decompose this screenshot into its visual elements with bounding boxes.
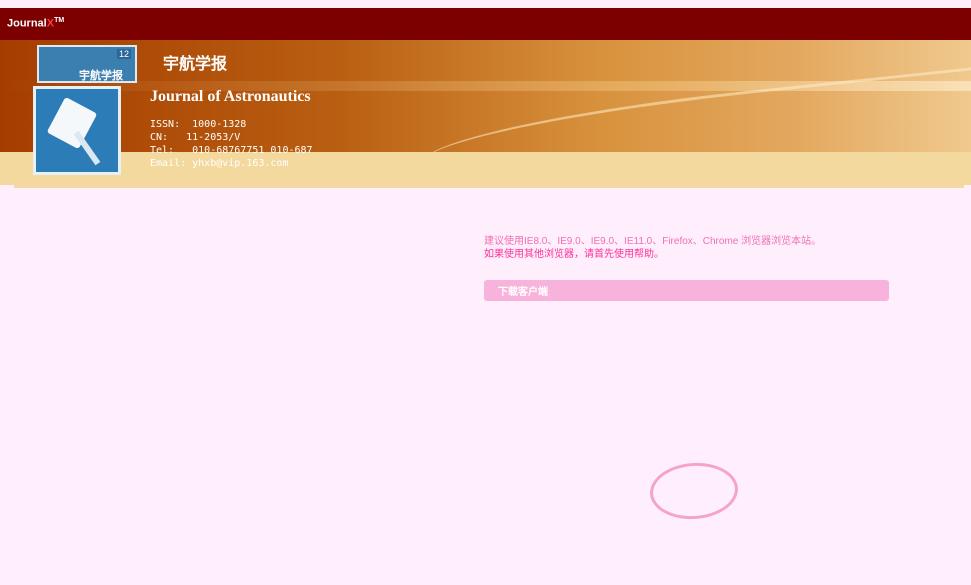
highlight-circle xyxy=(648,459,740,523)
journal-title-english: Journal of Astronautics xyxy=(150,88,311,105)
issn-text: ISSN: 1000-1328 xyxy=(150,119,247,130)
journal-cover-image xyxy=(33,86,121,175)
notice-line-help: 如果使用其他浏览器，请首先使用帮助。 xyxy=(484,249,664,260)
cn-text: CN: 11-2053/V xyxy=(150,132,241,143)
tel-text: Tel: 010-68767751 010-687 xyxy=(150,145,313,156)
journal-meta: ISSN: 1000-1328 CN: 11-2053/V Tel: 010-6… xyxy=(150,118,313,170)
brand-logo[interactable]: JournalXTM xyxy=(7,17,64,30)
top-bar: JournalXTM xyxy=(0,8,971,40)
journal-title-chinese: 宇航学报 xyxy=(163,54,228,73)
email-text: Email: yhxb@vip.163.com xyxy=(150,158,289,169)
journal-cover-thumbnail[interactable]: 12 宇航学报 xyxy=(37,45,137,83)
journal-banner xyxy=(0,40,971,189)
browser-notice: 建议使用IE8.0、IE9.0、IE9.0、IE11.0、Firefox、Chr… xyxy=(484,235,904,261)
banner-divider xyxy=(14,185,964,188)
download-client-button[interactable]: 下载客户端 xyxy=(484,280,889,301)
notice-line-browsers: 建议使用IE8.0、IE9.0、IE9.0、IE11.0、Firefox、Chr… xyxy=(484,236,822,247)
